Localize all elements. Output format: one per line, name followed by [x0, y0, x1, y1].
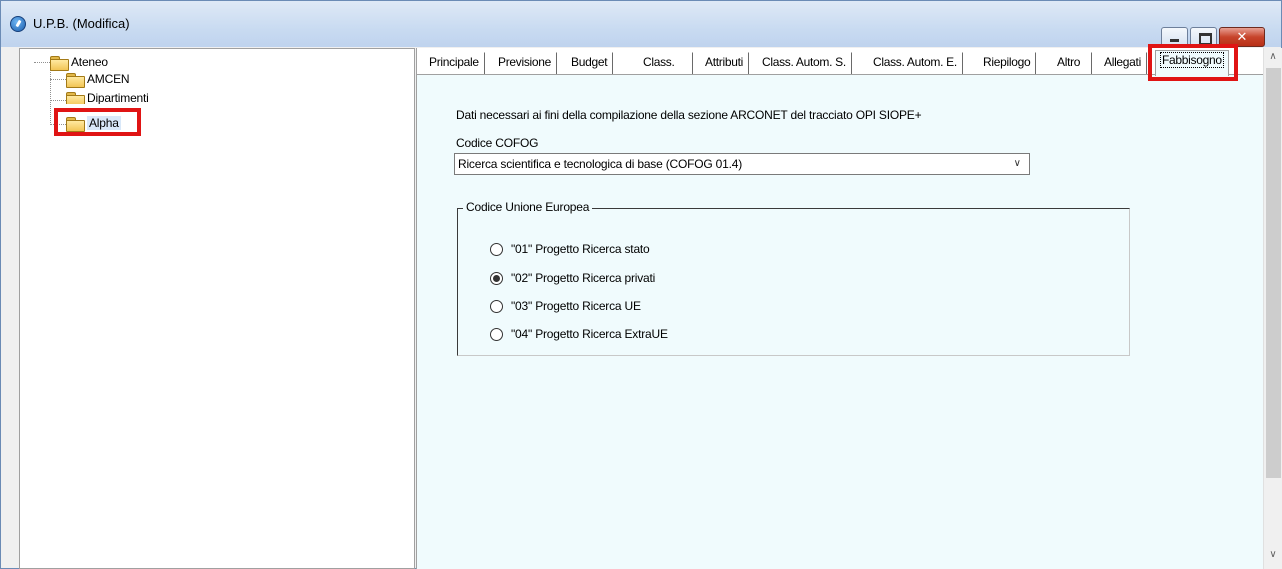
folder-icon: [66, 72, 85, 88]
cofog-selected-value: Ricerca scientifica e tecnologica di bas…: [458, 157, 742, 171]
radio-label: "04" Progetto Ricerca ExtraUE: [511, 327, 668, 341]
tab-class[interactable]: Class.: [625, 52, 693, 74]
window-title: U.P.B. (Modifica): [33, 16, 130, 31]
tree-item-label: Dipartimenti: [87, 92, 149, 104]
tree-item-dipartimenti[interactable]: Dipartimenti: [66, 92, 149, 104]
tree-item-label: Ateneo: [71, 55, 108, 69]
scroll-up-icon[interactable]: ∧: [1264, 51, 1282, 68]
scroll-down-icon[interactable]: ∨: [1264, 549, 1282, 566]
cofog-select[interactable]: Ricerca scientifica e tecnologica di bas…: [454, 153, 1030, 175]
tree-connector: [50, 100, 66, 101]
tree-connector: [34, 62, 50, 63]
folder-icon: [66, 92, 85, 104]
tree-item-label: AMCEN: [87, 72, 130, 86]
folder-icon: [50, 55, 69, 71]
arconet-description: Dati necessari ai fini della compilazion…: [456, 108, 922, 122]
radio-option-02[interactable]: "02" Progetto Ricerca privati: [490, 270, 655, 286]
highlight-box-alpha: [54, 108, 141, 136]
tab-riepilogo[interactable]: Riepilogo: [977, 52, 1037, 74]
codice-ue-group-label: Codice Unione Europea: [463, 200, 593, 214]
radio-button[interactable]: [490, 299, 503, 313]
tree-connector: [50, 79, 66, 80]
tab-budget[interactable]: Budget: [565, 52, 614, 74]
app-icon: [10, 16, 26, 32]
detail-pane: Principale Previsione Budget Class. Attr…: [416, 48, 1263, 569]
close-icon: ✕: [1236, 29, 1248, 44]
tab-attributi[interactable]: Attributi: [699, 52, 749, 74]
radio-label: "02" Progetto Ricerca privati: [511, 271, 656, 285]
tab-principale[interactable]: Principale: [423, 52, 485, 74]
radio-button[interactable]: [490, 327, 503, 341]
cofog-label: Codice COFOG: [456, 136, 539, 150]
upb-window: U.P.B. (Modifica) ✕ Ateneo AMCEN Diparti…: [0, 0, 1282, 569]
tree-connector: [50, 63, 51, 125]
title-bar[interactable]: U.P.B. (Modifica) ✕: [1, 1, 1281, 47]
tab-allegati[interactable]: Allegati: [1098, 52, 1147, 74]
codice-ue-group: Codice Unione Europea "01" Progetto Rice…: [457, 200, 1130, 356]
tab-class-autom-s[interactable]: Class. Autom. S.: [756, 52, 852, 74]
scroll-thumb[interactable]: [1266, 68, 1281, 478]
tree-item-ateneo[interactable]: Ateneo: [50, 54, 108, 71]
radio-button[interactable]: [490, 242, 503, 256]
radio-option-03[interactable]: "03" Progetto Ricerca UE: [490, 298, 641, 314]
radio-label: "01" Progetto Ricerca stato: [511, 242, 650, 256]
tab-altro[interactable]: Altro: [1045, 52, 1093, 74]
radio-button-checked[interactable]: [490, 271, 503, 285]
highlight-box-fabbisogno: [1148, 44, 1238, 81]
vertical-scrollbar[interactable]: ∧ ∨: [1263, 48, 1282, 569]
radio-option-04[interactable]: "04" Progetto Ricerca ExtraUE: [490, 326, 668, 342]
chevron-down-icon[interactable]: ∨: [1014, 158, 1021, 169]
tab-strip: Principale Previsione Budget Class. Attr…: [417, 48, 1263, 76]
radio-label: "03" Progetto Ricerca UE: [511, 299, 641, 313]
radio-option-01[interactable]: "01" Progetto Ricerca stato: [490, 241, 650, 257]
tab-previsione[interactable]: Previsione: [492, 52, 558, 74]
tree-item-amcen[interactable]: AMCEN: [66, 71, 130, 88]
tab-class-autom-e[interactable]: Class. Autom. E.: [867, 52, 963, 74]
